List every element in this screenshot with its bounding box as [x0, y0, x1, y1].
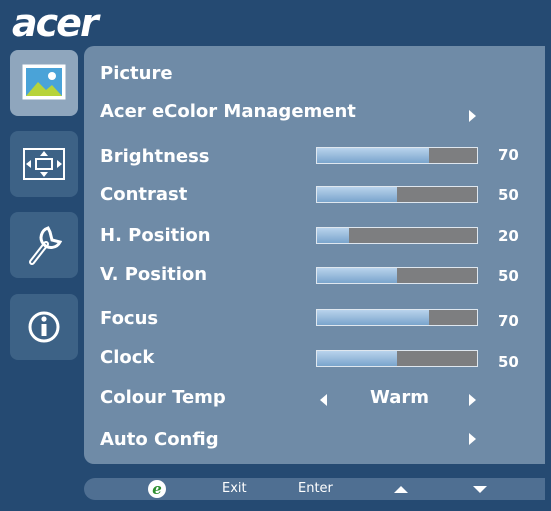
contrast-slider[interactable]: [316, 186, 478, 203]
slider-fill: [317, 187, 397, 202]
up-arrow-icon[interactable]: [390, 478, 412, 500]
focus-slider[interactable]: [316, 309, 478, 326]
slider-fill: [317, 268, 397, 283]
slider-label: V. Position: [100, 264, 208, 285]
auto-config-label: Auto Config: [100, 429, 219, 450]
e-key-icon[interactable]: e: [146, 478, 168, 500]
slider-label: Clock: [100, 347, 155, 368]
sidebar-item-setup[interactable]: [10, 212, 78, 278]
colour-temp-value: Warm: [370, 387, 429, 408]
slider-value: 20: [498, 227, 519, 245]
slider-value: 50: [498, 353, 519, 371]
auto-config-arrow-icon[interactable]: [469, 433, 476, 445]
slider-value: 50: [498, 186, 519, 204]
svg-text:e: e: [152, 480, 162, 498]
slider-label: Contrast: [100, 184, 188, 205]
slider-label: Brightness: [100, 146, 210, 167]
slider-fill: [317, 148, 429, 163]
picture-menu-panel: Picture Acer eColor Management Brightnes…: [84, 46, 545, 464]
exit-label[interactable]: Exit: [222, 481, 247, 496]
clock-slider[interactable]: [316, 350, 478, 367]
brightness-slider[interactable]: [316, 147, 478, 164]
info-icon: [28, 311, 60, 343]
colour-temp-right-arrow-icon[interactable]: [469, 394, 476, 406]
sidebar-item-information[interactable]: [10, 294, 78, 360]
picture-icon: [22, 64, 66, 100]
slider-fill: [317, 310, 429, 325]
svg-text:acer: acer: [12, 4, 101, 44]
menu-title: Picture: [100, 63, 173, 84]
ecolor-management-label: Acer eColor Management: [100, 101, 356, 122]
sidebar-item-picture[interactable]: [10, 50, 78, 116]
colour-temp-label: Colour Temp: [100, 387, 226, 408]
osd-window: acer Picture Acer eColor Management Brig…: [0, 0, 551, 511]
slider-value: 70: [498, 312, 519, 330]
slider-value: 70: [498, 146, 519, 164]
colour-temp-left-arrow-icon[interactable]: [320, 394, 327, 406]
slider-label: H. Position: [100, 225, 211, 246]
slider-fill: [317, 351, 397, 366]
ecolor-management-arrow-icon[interactable]: [469, 110, 476, 122]
h-position-slider[interactable]: [316, 227, 478, 244]
enter-label[interactable]: Enter: [298, 481, 333, 496]
footer-bar: e Exit Enter: [84, 478, 545, 500]
v-position-slider[interactable]: [316, 267, 478, 284]
slider-fill: [317, 228, 349, 243]
slider-value: 50: [498, 267, 519, 285]
sidebar-item-position[interactable]: [10, 131, 78, 197]
wrench-icon: [29, 226, 63, 265]
slider-label: Focus: [100, 308, 159, 329]
down-arrow-icon[interactable]: [469, 478, 491, 500]
position-icon: [23, 148, 65, 180]
acer-logo: acer: [10, 1, 130, 45]
